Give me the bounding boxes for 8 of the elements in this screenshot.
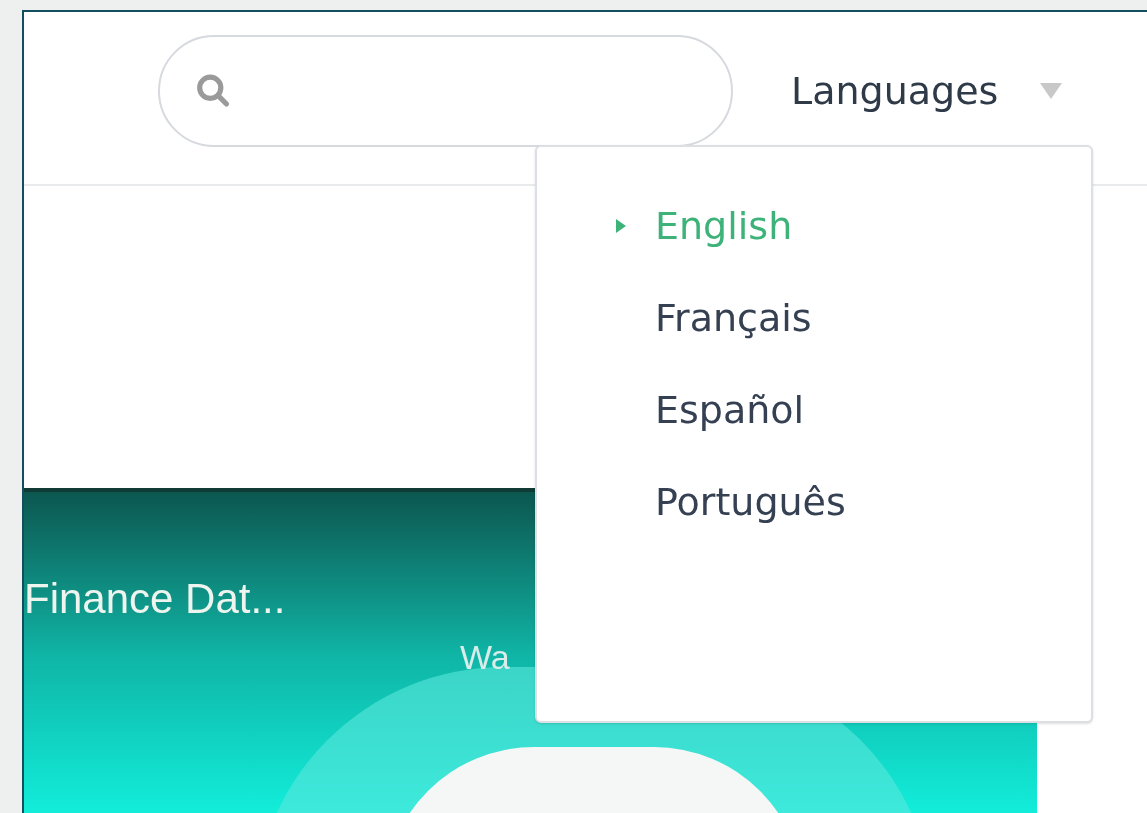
language-option[interactable]: Français <box>537 299 1091 337</box>
banner-title: Finance Dat... <box>24 578 287 620</box>
language-option[interactable]: Português <box>537 483 1091 521</box>
banner-subtitle: Wa <box>460 640 511 674</box>
caret-icon <box>1038 81 1065 101</box>
languages-dropdown[interactable]: Languages <box>791 62 1065 120</box>
pointer-icon <box>615 218 627 234</box>
language-option[interactable]: Español <box>537 391 1091 429</box>
